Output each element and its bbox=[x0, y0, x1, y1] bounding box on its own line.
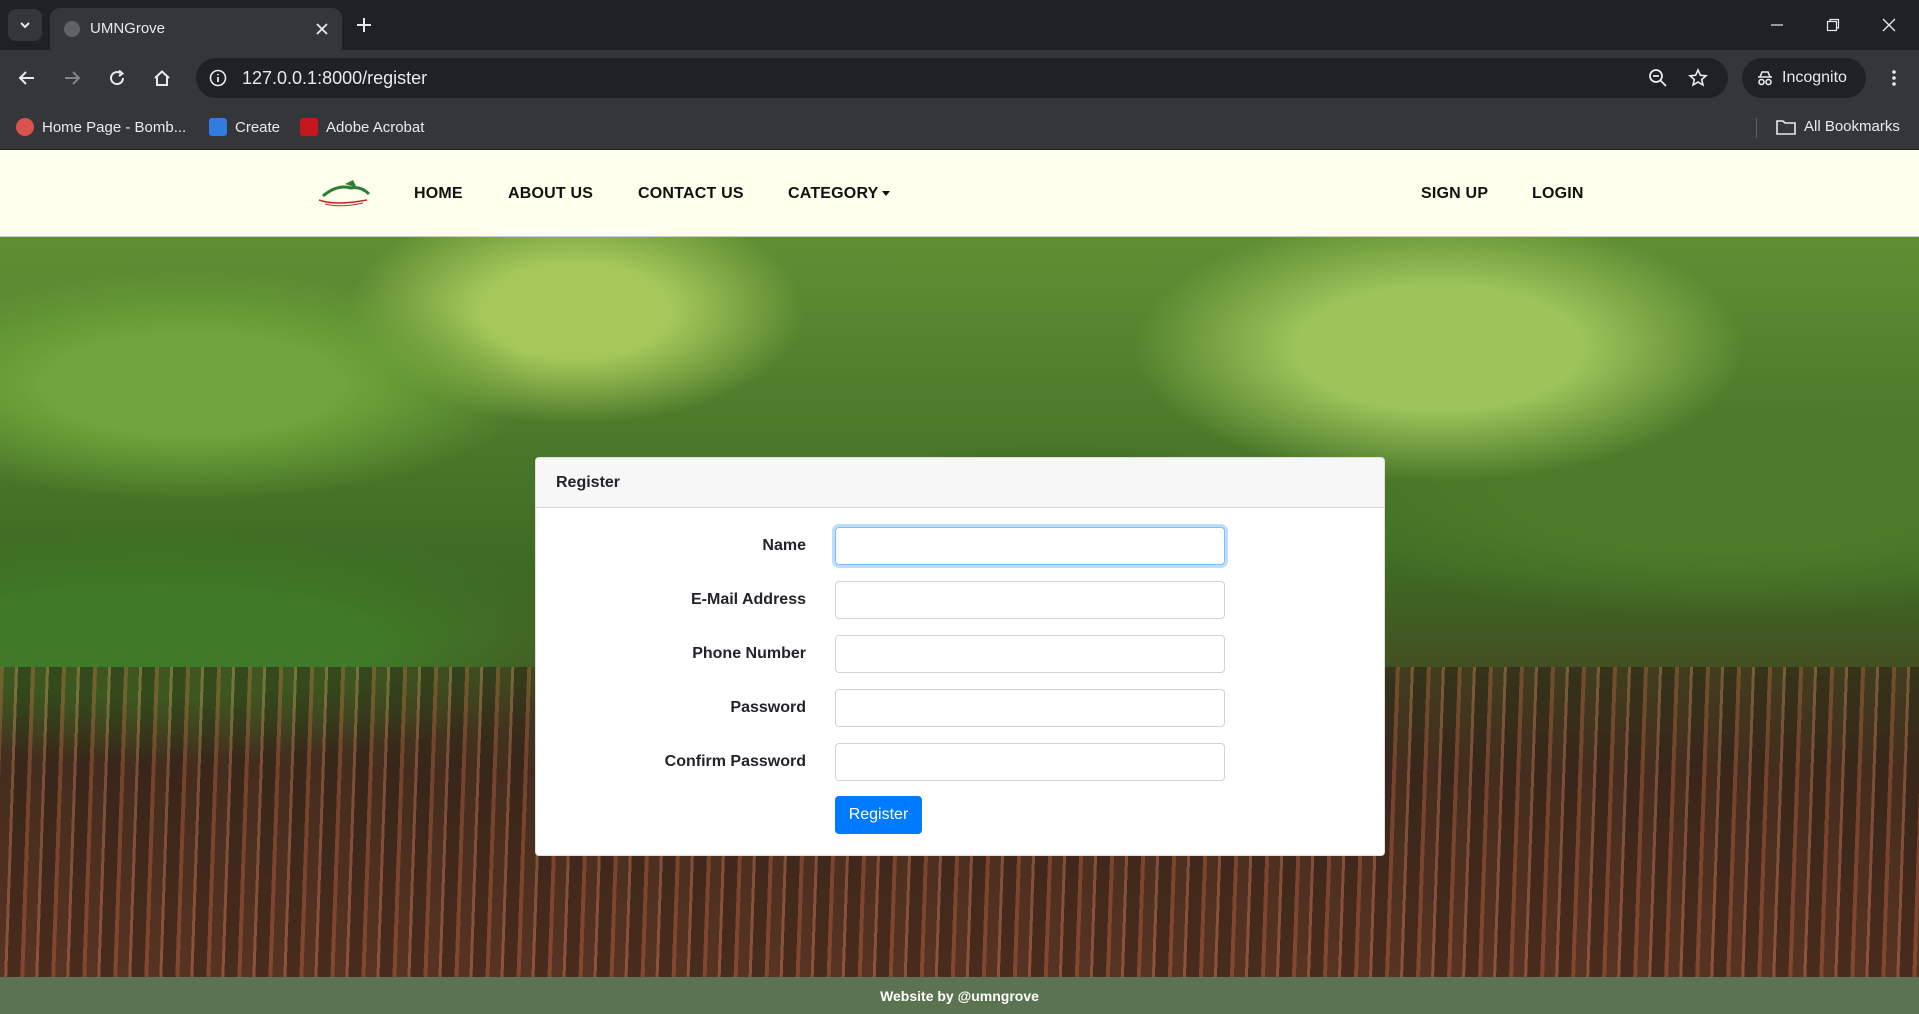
tab-search-button[interactable] bbox=[8, 9, 42, 41]
nav-about-us[interactable]: ABOUT US bbox=[508, 185, 593, 203]
zoom-out-icon bbox=[1649, 69, 1667, 87]
name-input[interactable] bbox=[835, 527, 1225, 565]
register-card-title: Register bbox=[556, 474, 621, 491]
phone-input[interactable] bbox=[835, 635, 1225, 673]
new-tab-button[interactable] bbox=[352, 13, 376, 37]
all-bookmarks-label: All Bookmarks bbox=[1804, 118, 1900, 135]
confirm-password-label: Confirm Password bbox=[664, 753, 806, 770]
site-navbar: HOME ABOUT US CONTACT US CATEGORY SIGN U… bbox=[0, 150, 1919, 237]
browser-menu-button[interactable] bbox=[1877, 61, 1911, 95]
nav-contact-us[interactable]: CONTACT US bbox=[638, 185, 744, 203]
bookmark-label: Create bbox=[235, 118, 281, 136]
plus-icon bbox=[357, 18, 371, 32]
reload-button[interactable] bbox=[100, 61, 134, 95]
all-bookmarks-button[interactable]: All Bookmarks bbox=[1776, 118, 1900, 135]
bookmark-item[interactable]: Adobe Acrobat bbox=[300, 118, 424, 136]
back-button[interactable] bbox=[10, 61, 44, 95]
zoom-button[interactable] bbox=[1644, 64, 1672, 92]
incognito-icon bbox=[1758, 71, 1772, 86]
more-vertical-icon bbox=[1892, 70, 1896, 86]
nav-sign-up[interactable]: SIGN UP bbox=[1421, 185, 1488, 203]
bookmark-favicon-icon bbox=[16, 118, 34, 136]
minimize-icon bbox=[1771, 24, 1783, 26]
incognito-button[interactable]: Incognito bbox=[1742, 58, 1866, 98]
email-label: E-Mail Address bbox=[691, 591, 806, 608]
name-label: Name bbox=[762, 537, 806, 554]
site-footer: Website by @umngrove bbox=[0, 977, 1919, 1014]
arrow-right-icon bbox=[65, 71, 81, 85]
browser-toolbar: 127.0.0.1:8000/register Incognito bbox=[0, 50, 1919, 106]
email-input[interactable] bbox=[835, 581, 1225, 619]
web-page: HOME ABOUT US CONTACT US CATEGORY SIGN U… bbox=[0, 150, 1919, 1014]
arrow-left-icon bbox=[18, 71, 34, 85]
minimize-button[interactable] bbox=[1764, 12, 1790, 38]
register-button[interactable]: Register bbox=[835, 796, 922, 834]
close-window-button[interactable] bbox=[1876, 12, 1902, 38]
chevron-down-icon bbox=[20, 22, 30, 29]
browser-tab[interactable]: UMNGrove bbox=[50, 8, 342, 50]
close-icon bbox=[1882, 18, 1896, 32]
info-icon bbox=[209, 69, 227, 87]
footer-credit: Website by @umngrove bbox=[880, 987, 1039, 1004]
home-icon bbox=[154, 70, 170, 86]
globe-icon bbox=[64, 21, 80, 37]
nav-login[interactable]: LOGIN bbox=[1532, 185, 1584, 203]
bookmark-label: Adobe Acrobat bbox=[326, 118, 425, 136]
restore-icon bbox=[1826, 18, 1840, 32]
site-logo[interactable] bbox=[315, 178, 373, 210]
home-button[interactable] bbox=[145, 61, 179, 95]
password-label: Password bbox=[730, 699, 806, 716]
restore-button[interactable] bbox=[1820, 12, 1846, 38]
bookmarks-bar: Home Page - Bomb... Create Adobe Acrobat… bbox=[0, 106, 1919, 150]
tab-title: UMNGrove bbox=[90, 20, 166, 37]
nav-category-dropdown[interactable]: CATEGORY bbox=[788, 185, 890, 203]
folder-icon bbox=[1776, 119, 1796, 135]
browser-tab-strip: UMNGrove bbox=[0, 0, 1919, 50]
nav-home[interactable]: HOME bbox=[414, 185, 463, 203]
forward-button[interactable] bbox=[55, 61, 89, 95]
mangrove-logo-icon bbox=[318, 180, 371, 207]
nav-category-label: CATEGORY bbox=[788, 185, 879, 202]
password-input[interactable] bbox=[835, 689, 1225, 727]
acrobat-icon bbox=[300, 118, 318, 136]
bookmark-star-button[interactable] bbox=[1684, 64, 1712, 92]
register-card: Register Name E-Mail Address Phone Numbe… bbox=[535, 457, 1385, 856]
address-bar[interactable]: 127.0.0.1:8000/register bbox=[196, 58, 1728, 98]
star-icon bbox=[1688, 68, 1708, 87]
url-text: 127.0.0.1:8000/register bbox=[242, 68, 428, 88]
close-icon bbox=[316, 23, 328, 35]
reload-icon bbox=[110, 69, 125, 86]
phone-label: Phone Number bbox=[692, 645, 806, 662]
site-info-button[interactable] bbox=[204, 64, 232, 92]
bookmark-item[interactable]: Home Page - Bomb... bbox=[16, 118, 186, 136]
bookmarks-divider bbox=[1756, 118, 1757, 138]
incognito-label: Incognito bbox=[1782, 69, 1847, 86]
bookmark-favicon-icon bbox=[209, 118, 227, 136]
bookmark-label: Home Page - Bomb... bbox=[42, 118, 187, 136]
bookmark-item[interactable]: Create bbox=[209, 118, 280, 136]
caret-down-icon bbox=[881, 191, 890, 197]
confirm-password-input[interactable] bbox=[835, 743, 1225, 781]
tab-close-button[interactable] bbox=[312, 19, 332, 39]
register-card-header: Register bbox=[536, 458, 1384, 508]
